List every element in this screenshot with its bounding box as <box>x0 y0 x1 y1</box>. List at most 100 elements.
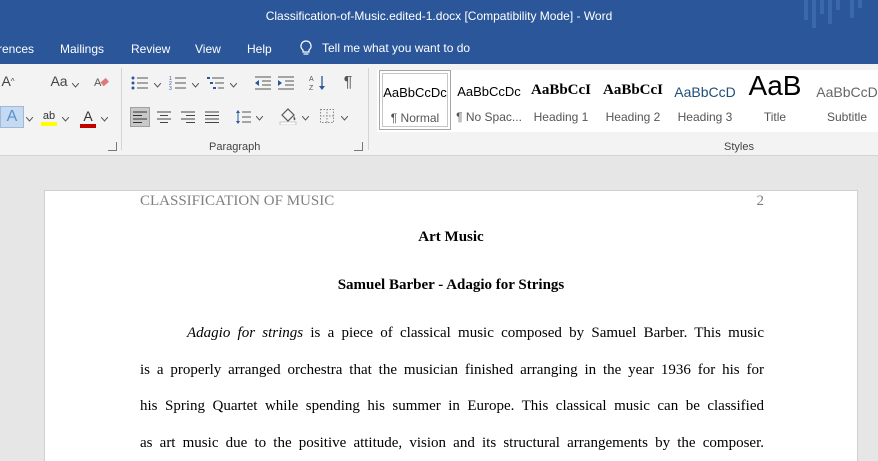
highlight-button[interactable]: ab <box>40 108 58 128</box>
font-group-launcher[interactable] <box>108 142 117 151</box>
tab-review[interactable]: Review <box>131 42 170 56</box>
page-number: 2 <box>756 193 765 209</box>
grow-font-button[interactable]: A ^ <box>0 72 16 90</box>
window-title: Classification-of-Music.edited-1.docx [C… <box>265 9 613 23</box>
font-color-dropdown[interactable] <box>101 117 108 122</box>
justify-button[interactable] <box>202 107 222 127</box>
numbering-button[interactable]: 123 <box>168 74 188 92</box>
style-title[interactable]: AaB Title <box>739 70 811 130</box>
styles-group-label: Styles <box>724 141 754 153</box>
increase-indent-icon <box>278 76 294 90</box>
numbering-dropdown[interactable] <box>192 83 199 88</box>
tab-references[interactable]: rences <box>0 42 34 56</box>
style-normal[interactable]: AaBbCcDc ¶ Normal <box>379 70 451 130</box>
change-case-icon: Aa <box>50 73 68 89</box>
svg-text:A: A <box>94 77 102 89</box>
paragraph-line: Adagio for strings is a piece of classic… <box>140 325 764 342</box>
style-preview: AaB <box>748 70 802 101</box>
align-left-icon <box>133 111 147 123</box>
style-no-spacing[interactable]: AaBbCcDc ¶ No Spac... <box>453 70 525 130</box>
align-center-button[interactable] <box>154 107 174 127</box>
borders-button[interactable] <box>318 107 336 125</box>
title-bar-pattern <box>800 0 878 34</box>
style-preview: AaBbCcI <box>530 82 591 98</box>
svg-text:Z: Z <box>309 85 314 92</box>
tell-me-text: Tell me what you want to do <box>322 41 471 55</box>
tab-view[interactable]: View <box>195 42 221 56</box>
align-center-icon <box>157 111 171 123</box>
change-case-button[interactable]: Aa <box>46 72 72 90</box>
multilevel-list-dropdown[interactable] <box>230 83 237 88</box>
style-name: Subtitle <box>826 110 868 124</box>
grow-font-icon: A <box>1 73 11 89</box>
running-header: CLASSIFICATION OF MUSIC <box>140 193 335 209</box>
style-preview: AaBbCcD <box>816 84 878 100</box>
paragraph-line: as art music due to the positive attitud… <box>140 435 764 451</box>
sort-button[interactable]: A Z <box>308 74 328 92</box>
bullets-dropdown[interactable] <box>154 83 161 88</box>
text-effects-button[interactable]: A <box>0 106 24 128</box>
borders-dropdown[interactable] <box>341 116 348 121</box>
clear-formatting-button[interactable]: A <box>92 74 110 90</box>
tab-mailings[interactable]: Mailings <box>60 42 104 56</box>
document-area[interactable]: CLASSIFICATION OF MUSIC 2 Art Music Samu… <box>0 157 878 461</box>
line-spacing-icon <box>236 110 251 124</box>
group-separator <box>121 68 122 150</box>
align-left-button[interactable] <box>130 107 150 127</box>
paragraph-group-launcher[interactable] <box>354 142 363 151</box>
group-separator <box>368 68 369 150</box>
font-color-bar <box>80 124 96 128</box>
highlight-dropdown[interactable] <box>62 117 69 122</box>
highlight-icon: ab <box>42 110 56 122</box>
align-right-button[interactable] <box>178 107 198 127</box>
text-effects-icon: A <box>6 108 18 125</box>
style-heading-2[interactable]: AaBbCcI Heading 2 <box>597 70 669 130</box>
line-spacing-dropdown[interactable] <box>256 116 263 121</box>
style-preview: AaBbCcI <box>602 82 663 98</box>
decrease-indent-button[interactable] <box>253 74 273 92</box>
eraser-icon: A <box>94 77 109 89</box>
svg-text:A: A <box>309 76 314 83</box>
show-marks-button[interactable]: ¶ <box>339 74 357 92</box>
align-right-icon <box>181 111 195 123</box>
multilevel-list-icon <box>207 77 224 89</box>
increase-indent-button[interactable] <box>276 74 296 92</box>
tell-me-box[interactable]: Tell me what you want to do <box>300 40 470 56</box>
font-color-icon: A <box>83 108 93 124</box>
font-color-button[interactable]: A <box>79 108 97 128</box>
styles-gallery: AaBbCcDc ¶ Normal AaBbCcDc ¶ No Spac... … <box>377 70 878 132</box>
style-name: Heading 2 <box>605 110 661 124</box>
line-text: is a piece of classical music composed b… <box>303 325 764 341</box>
paragraph-line: is a properly arranged orchestra that th… <box>140 362 764 378</box>
line-spacing-button[interactable] <box>233 107 253 127</box>
bullets-button[interactable] <box>130 74 150 92</box>
style-name: Heading 3 <box>677 110 733 124</box>
svg-text:3: 3 <box>169 86 172 91</box>
document-page[interactable]: CLASSIFICATION OF MUSIC 2 Art Music Samu… <box>44 190 858 461</box>
style-preview: AaBbCcDc <box>383 85 447 100</box>
bullets-icon <box>131 76 148 90</box>
justify-icon <box>205 111 219 123</box>
highlight-color-bar <box>41 122 57 126</box>
paint-bucket-icon <box>279 108 297 125</box>
heading-adagio: Samuel Barber - Adagio for Strings <box>337 277 565 293</box>
style-subtitle[interactable]: AaBbCcD Subtitle <box>811 70 878 130</box>
text-effects-dropdown[interactable] <box>26 117 33 122</box>
lightbulb-icon <box>300 40 312 55</box>
paragraph-group-label: Paragraph <box>209 141 261 153</box>
style-name: ¶ No Spac... <box>456 110 522 124</box>
style-name: ¶ Normal <box>390 111 440 125</box>
shading-button[interactable] <box>278 106 298 126</box>
multilevel-list-button[interactable] <box>206 74 226 92</box>
style-heading-1[interactable]: AaBbCcI Heading 1 <box>525 70 597 130</box>
numbering-icon: 123 <box>169 76 186 91</box>
borders-icon <box>320 109 334 123</box>
heading-art-music: Art Music <box>418 229 484 245</box>
shading-dropdown[interactable] <box>302 116 309 121</box>
style-preview: AaBbCcDc <box>457 84 521 99</box>
style-heading-3[interactable]: AaBbCcD Heading 3 <box>669 70 741 130</box>
style-preview: AaBbCcD <box>674 84 736 100</box>
ribbon-tabs: rences Mailings Review View Help Tell me… <box>0 34 878 64</box>
tab-help[interactable]: Help <box>247 42 272 56</box>
change-case-dropdown[interactable] <box>72 83 79 88</box>
